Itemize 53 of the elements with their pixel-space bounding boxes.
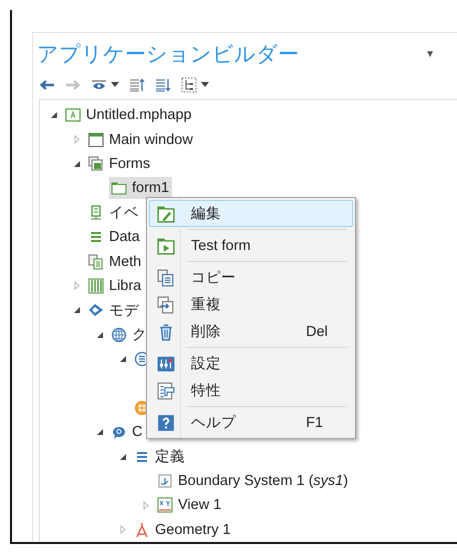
menu-item[interactable]: コピー bbox=[149, 264, 353, 291]
tree-icon bbox=[181, 76, 197, 93]
stacked-windows-icon bbox=[88, 156, 104, 172]
tree-item[interactable]: モデ bbox=[86, 299, 142, 322]
duplicate-icon bbox=[157, 296, 175, 314]
tree-item[interactable]: Untitled.mphapp bbox=[63, 104, 195, 126]
axes-icon bbox=[157, 473, 173, 490]
menu-item[interactable]: ヘルプ F1 bbox=[149, 409, 353, 436]
menu-item[interactable]: Test form bbox=[149, 232, 353, 259]
menu-item[interactable]: 設定 bbox=[149, 350, 353, 377]
tree-item[interactable]: イベ bbox=[86, 202, 142, 224]
move-down-icon bbox=[155, 76, 171, 93]
tree-item[interactable]: Forms bbox=[86, 152, 154, 175]
folder-icon bbox=[111, 180, 127, 196]
speech-bubble-icon bbox=[111, 424, 127, 440]
tree-item[interactable]: Libra bbox=[86, 274, 144, 297]
diamond-icon bbox=[88, 302, 104, 318]
shortcut-text: Del bbox=[306, 324, 329, 340]
menu-item[interactable]: 削除 Del bbox=[149, 318, 353, 345]
edit-icon bbox=[157, 204, 175, 222]
move-up-icon bbox=[129, 76, 145, 93]
copy-icon bbox=[157, 268, 175, 286]
tree-item[interactable]: form1 bbox=[109, 177, 172, 200]
window-icon bbox=[88, 132, 104, 148]
shortcut-text: F1 bbox=[306, 414, 324, 430]
panel-menu-button[interactable]: ▼ bbox=[425, 48, 435, 60]
tree-item[interactable]: View 1 bbox=[155, 494, 224, 516]
tree-item[interactable]: 定義 bbox=[132, 446, 188, 468]
tree-item[interactable]: Geometry 1 bbox=[132, 518, 234, 541]
menu-item[interactable]: 特性 bbox=[149, 377, 353, 404]
tree-item[interactable]: Meth bbox=[86, 250, 144, 272]
globe-icon bbox=[111, 326, 127, 343]
library-icon bbox=[88, 278, 104, 294]
toolbar-button[interactable] bbox=[179, 74, 211, 95]
sliders-icon bbox=[157, 354, 175, 372]
menu-item[interactable]: 重複 bbox=[149, 291, 353, 318]
compass-icon bbox=[134, 522, 150, 538]
play-icon bbox=[157, 236, 175, 254]
menu-item[interactable]: 編集 bbox=[149, 200, 353, 227]
documents-icon bbox=[88, 254, 104, 270]
xy-view-icon bbox=[157, 497, 173, 514]
help-icon bbox=[157, 414, 175, 432]
tree-item[interactable]: Main window bbox=[86, 128, 196, 151]
tree-item[interactable]: Boundary System 1 (sys1) bbox=[155, 470, 352, 492]
caret-icon bbox=[201, 82, 209, 88]
panel-title: アプリケーションビルダー bbox=[37, 41, 299, 68]
caret-icon bbox=[111, 82, 119, 88]
terminal-icon bbox=[88, 204, 104, 221]
tree-item[interactable]: ク bbox=[109, 324, 150, 346]
properties-icon bbox=[157, 382, 175, 400]
tree-item[interactable]: C bbox=[109, 421, 146, 444]
tree-item[interactable]: Data bbox=[86, 226, 143, 248]
app-icon bbox=[65, 107, 81, 124]
